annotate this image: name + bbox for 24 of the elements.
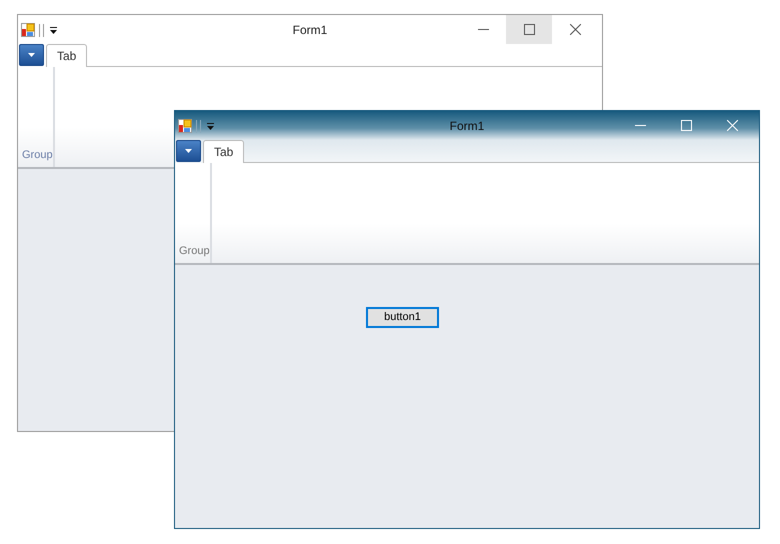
ribbon-tab[interactable]: Tab — [46, 44, 88, 67]
app-icon — [21, 22, 35, 36]
caret-icon — [185, 149, 192, 153]
minimize-icon — [478, 29, 488, 30]
minimize-icon — [634, 125, 646, 126]
dropdown-icon[interactable] — [206, 122, 215, 130]
application-menu-button[interactable] — [176, 140, 201, 162]
maximize-icon — [680, 120, 692, 131]
application-menu-button[interactable] — [19, 44, 44, 66]
group-label: Group — [179, 244, 210, 258]
separator-icon — [195, 118, 203, 132]
window-title: Form1 — [292, 22, 328, 38]
separator-icon — [38, 22, 46, 36]
window-title: Form1 — [448, 118, 486, 134]
group-label: Group — [22, 148, 53, 162]
ribbon-tab[interactable]: Tab — [203, 140, 244, 163]
maximize-button[interactable] — [506, 15, 552, 44]
form-button[interactable]: button1 — [366, 307, 439, 328]
dropdown-icon[interactable] — [49, 26, 58, 34]
close-icon — [570, 24, 580, 35]
close-icon — [726, 120, 738, 131]
app-icon — [178, 118, 192, 132]
maximize-icon — [524, 24, 534, 35]
caret-icon — [28, 53, 35, 57]
